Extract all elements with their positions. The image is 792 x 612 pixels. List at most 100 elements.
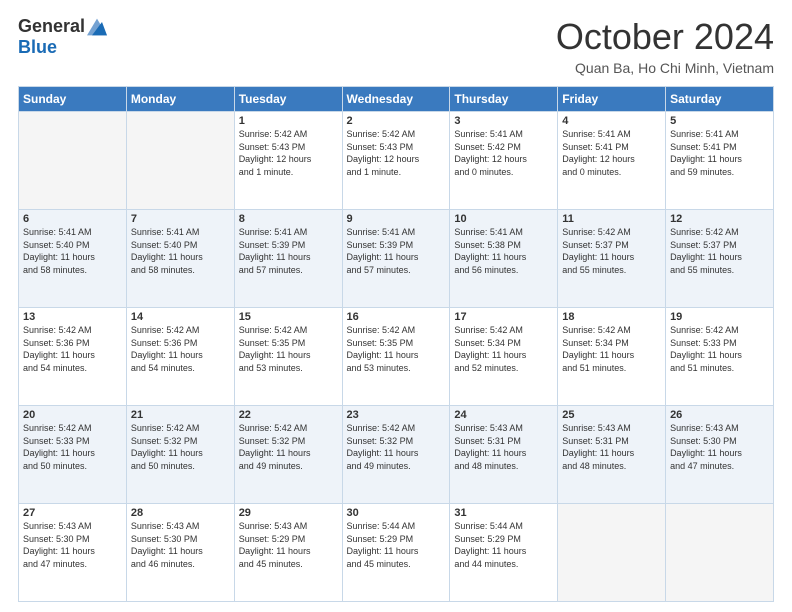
calendar-cell: 29Sunrise: 5:43 AM Sunset: 5:29 PM Dayli… xyxy=(234,504,342,602)
cell-info: Sunrise: 5:42 AM Sunset: 5:43 PM Dayligh… xyxy=(347,128,446,178)
calendar-cell: 5Sunrise: 5:41 AM Sunset: 5:41 PM Daylig… xyxy=(666,112,774,210)
cell-info: Sunrise: 5:41 AM Sunset: 5:38 PM Dayligh… xyxy=(454,226,553,276)
cell-info: Sunrise: 5:42 AM Sunset: 5:34 PM Dayligh… xyxy=(454,324,553,374)
calendar-cell: 31Sunrise: 5:44 AM Sunset: 5:29 PM Dayli… xyxy=(450,504,558,602)
logo-text: General xyxy=(18,16,107,37)
calendar-cell: 7Sunrise: 5:41 AM Sunset: 5:40 PM Daylig… xyxy=(126,210,234,308)
calendar-cell: 11Sunrise: 5:42 AM Sunset: 5:37 PM Dayli… xyxy=(558,210,666,308)
day-number: 28 xyxy=(131,507,230,519)
logo-blue: Blue xyxy=(18,37,57,57)
calendar-cell: 15Sunrise: 5:42 AM Sunset: 5:35 PM Dayli… xyxy=(234,308,342,406)
day-number: 26 xyxy=(670,409,769,421)
calendar-cell: 14Sunrise: 5:42 AM Sunset: 5:36 PM Dayli… xyxy=(126,308,234,406)
cell-info: Sunrise: 5:43 AM Sunset: 5:29 PM Dayligh… xyxy=(239,520,338,570)
calendar-cell: 23Sunrise: 5:42 AM Sunset: 5:32 PM Dayli… xyxy=(342,406,450,504)
cell-info: Sunrise: 5:43 AM Sunset: 5:31 PM Dayligh… xyxy=(454,422,553,472)
calendar-cell: 18Sunrise: 5:42 AM Sunset: 5:34 PM Dayli… xyxy=(558,308,666,406)
day-number: 4 xyxy=(562,115,661,127)
day-number: 8 xyxy=(239,213,338,225)
calendar-cell: 10Sunrise: 5:41 AM Sunset: 5:38 PM Dayli… xyxy=(450,210,558,308)
calendar-cell: 8Sunrise: 5:41 AM Sunset: 5:39 PM Daylig… xyxy=(234,210,342,308)
header-row: SundayMondayTuesdayWednesdayThursdayFrid… xyxy=(19,87,774,112)
day-number: 13 xyxy=(23,311,122,323)
calendar-cell: 27Sunrise: 5:43 AM Sunset: 5:30 PM Dayli… xyxy=(19,504,127,602)
day-number: 6 xyxy=(23,213,122,225)
calendar-cell xyxy=(666,504,774,602)
calendar-week-2: 6 Sunrise: 5:41 AM Sunset: 5:40 PM Daylig… xyxy=(19,210,774,308)
calendar-cell: 4Sunrise: 5:41 AM Sunset: 5:41 PM Daylig… xyxy=(558,112,666,210)
cell-info: Sunrise: 5:43 AM Sunset: 5:31 PM Dayligh… xyxy=(562,422,661,472)
title-area: October 2024 Quan Ba, Ho Chi Minh, Vietn… xyxy=(556,16,774,76)
logo-icon xyxy=(87,17,107,37)
cell-info: Sunrise: 5:44 AM Sunset: 5:29 PM Dayligh… xyxy=(454,520,553,570)
cell-info: Sunrise: 5:42 AM Sunset: 5:33 PM Dayligh… xyxy=(670,324,769,374)
month-title: October 2024 xyxy=(556,16,774,58)
calendar-week-1: 1Sunrise: 5:42 AM Sunset: 5:43 PM Daylig… xyxy=(19,112,774,210)
col-header-sunday: Sunday xyxy=(19,87,127,112)
calendar-cell: 2Sunrise: 5:42 AM Sunset: 5:43 PM Daylig… xyxy=(342,112,450,210)
day-number: 14 xyxy=(131,311,230,323)
page: General Blue October 2024 Quan Ba, Ho Ch… xyxy=(0,0,792,612)
col-header-wednesday: Wednesday xyxy=(342,87,450,112)
calendar-cell: 17Sunrise: 5:42 AM Sunset: 5:34 PM Dayli… xyxy=(450,308,558,406)
calendar-cell: 9Sunrise: 5:41 AM Sunset: 5:39 PM Daylig… xyxy=(342,210,450,308)
calendar-week-3: 13Sunrise: 5:42 AM Sunset: 5:36 PM Dayli… xyxy=(19,308,774,406)
calendar-cell: 19Sunrise: 5:42 AM Sunset: 5:33 PM Dayli… xyxy=(666,308,774,406)
cell-info: Sunrise: 5:43 AM Sunset: 5:30 PM Dayligh… xyxy=(23,520,122,570)
cell-info: Sunrise: 5:41 AM Sunset: 5:41 PM Dayligh… xyxy=(670,128,769,178)
calendar-cell: 16Sunrise: 5:42 AM Sunset: 5:35 PM Dayli… xyxy=(342,308,450,406)
cell-info: Sunrise: 5:42 AM Sunset: 5:32 PM Dayligh… xyxy=(239,422,338,472)
day-number: 9 xyxy=(347,213,446,225)
logo: General Blue xyxy=(18,16,107,58)
calendar-cell: 26Sunrise: 5:43 AM Sunset: 5:30 PM Dayli… xyxy=(666,406,774,504)
calendar-cell: 28Sunrise: 5:43 AM Sunset: 5:30 PM Dayli… xyxy=(126,504,234,602)
cell-info: Sunrise: 5:42 AM Sunset: 5:34 PM Dayligh… xyxy=(562,324,661,374)
calendar-cell xyxy=(126,112,234,210)
location: Quan Ba, Ho Chi Minh, Vietnam xyxy=(556,60,774,76)
day-number: 27 xyxy=(23,507,122,519)
day-number: 17 xyxy=(454,311,553,323)
calendar-cell: 21Sunrise: 5:42 AM Sunset: 5:32 PM Dayli… xyxy=(126,406,234,504)
cell-info: Sunrise: 5:41 AM Sunset: 5:42 PM Dayligh… xyxy=(454,128,553,178)
calendar-week-5: 27Sunrise: 5:43 AM Sunset: 5:30 PM Dayli… xyxy=(19,504,774,602)
cell-info: Sunrise: 5:42 AM Sunset: 5:43 PM Dayligh… xyxy=(239,128,338,178)
cell-info: Sunrise: 5:42 AM Sunset: 5:33 PM Dayligh… xyxy=(23,422,122,472)
day-number: 12 xyxy=(670,213,769,225)
cell-info: Sunrise: 5:42 AM Sunset: 5:37 PM Dayligh… xyxy=(670,226,769,276)
calendar-week-4: 20Sunrise: 5:42 AM Sunset: 5:33 PM Dayli… xyxy=(19,406,774,504)
day-number: 24 xyxy=(454,409,553,421)
day-number: 21 xyxy=(131,409,230,421)
cell-info: Sunrise: 5:42 AM Sunset: 5:37 PM Dayligh… xyxy=(562,226,661,276)
day-number: 15 xyxy=(239,311,338,323)
cell-info: Sunrise: 5:41 AM Sunset: 5:39 PM Dayligh… xyxy=(347,226,446,276)
calendar-cell: 1Sunrise: 5:42 AM Sunset: 5:43 PM Daylig… xyxy=(234,112,342,210)
day-number: 29 xyxy=(239,507,338,519)
cell-info: Sunrise: 5:43 AM Sunset: 5:30 PM Dayligh… xyxy=(670,422,769,472)
cell-info: Sunrise: 5:42 AM Sunset: 5:35 PM Dayligh… xyxy=(347,324,446,374)
header: General Blue October 2024 Quan Ba, Ho Ch… xyxy=(18,16,774,76)
day-number: 19 xyxy=(670,311,769,323)
calendar-cell: 24Sunrise: 5:43 AM Sunset: 5:31 PM Dayli… xyxy=(450,406,558,504)
calendar-cell: 12Sunrise: 5:42 AM Sunset: 5:37 PM Dayli… xyxy=(666,210,774,308)
col-header-monday: Monday xyxy=(126,87,234,112)
calendar-cell: 6Sunrise: 5:41 AM Sunset: 5:40 PM Daylig… xyxy=(19,210,127,308)
day-number: 10 xyxy=(454,213,553,225)
cell-info: Sunrise: 5:42 AM Sunset: 5:36 PM Dayligh… xyxy=(23,324,122,374)
calendar-cell: 25Sunrise: 5:43 AM Sunset: 5:31 PM Dayli… xyxy=(558,406,666,504)
cell-info: Sunrise: 5:42 AM Sunset: 5:32 PM Dayligh… xyxy=(131,422,230,472)
day-number: 2 xyxy=(347,115,446,127)
day-number: 1 xyxy=(239,115,338,127)
cell-info: Sunrise: 5:41 AM Sunset: 5:40 PM Dayligh… xyxy=(131,226,230,276)
cell-info: Sunrise: 5:42 AM Sunset: 5:35 PM Dayligh… xyxy=(239,324,338,374)
day-number: 11 xyxy=(562,213,661,225)
col-header-thursday: Thursday xyxy=(450,87,558,112)
calendar-cell: 22Sunrise: 5:42 AM Sunset: 5:32 PM Dayli… xyxy=(234,406,342,504)
day-number: 18 xyxy=(562,311,661,323)
calendar-cell xyxy=(19,112,127,210)
col-header-friday: Friday xyxy=(558,87,666,112)
day-number: 22 xyxy=(239,409,338,421)
cell-info: Sunrise: 5:43 AM Sunset: 5:30 PM Dayligh… xyxy=(131,520,230,570)
logo-general: General xyxy=(18,16,85,37)
cell-info: Sunrise: 5:44 AM Sunset: 5:29 PM Dayligh… xyxy=(347,520,446,570)
col-header-tuesday: Tuesday xyxy=(234,87,342,112)
